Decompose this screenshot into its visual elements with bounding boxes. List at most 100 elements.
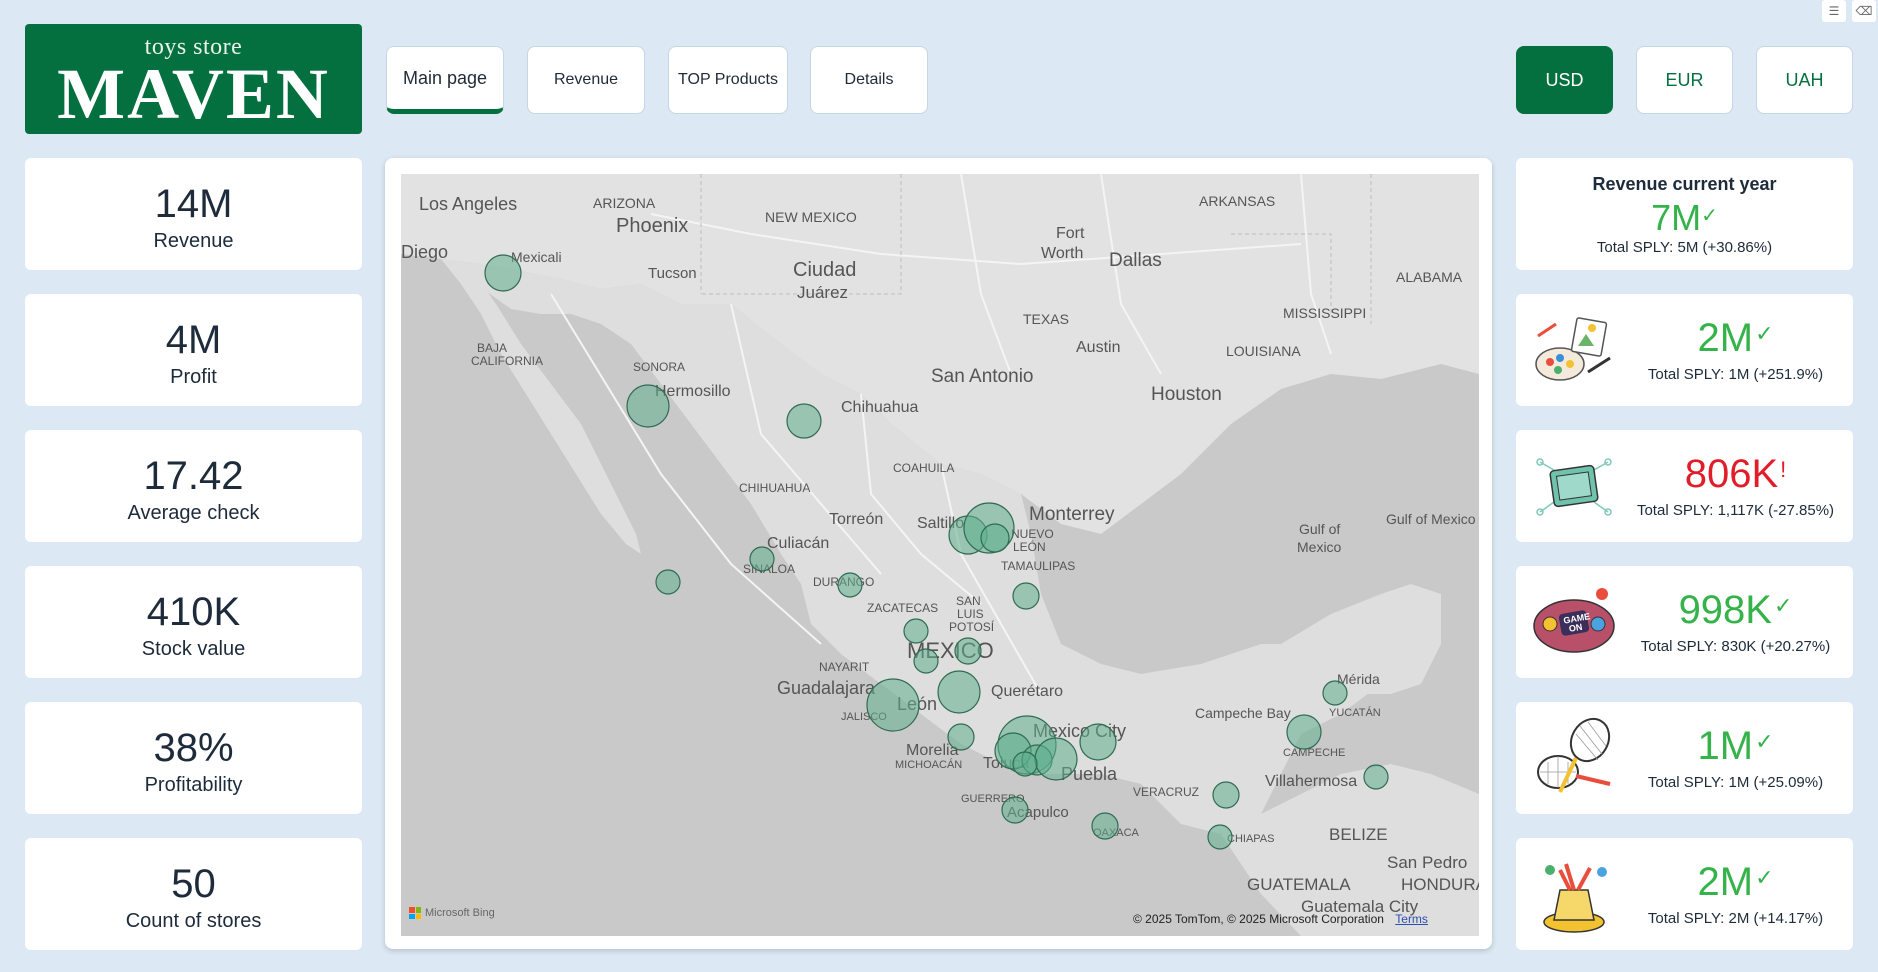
revenue-current-value: 7M✓	[1516, 197, 1853, 237]
map-label: MICHOACÁN	[895, 758, 962, 771]
map-label: ALABAMA	[1396, 269, 1463, 285]
check-icon: ✓	[1755, 865, 1774, 890]
currency-uah-button[interactable]: UAH	[1756, 46, 1853, 114]
store-bubble[interactable]	[749, 546, 775, 572]
revenue-current-year-card: Revenue current year 7M✓ Total SPLY: 5M …	[1516, 158, 1853, 270]
map-label: Diego	[401, 242, 448, 262]
nav-details-button[interactable]: Details	[810, 46, 928, 114]
kpi-value: 50	[171, 862, 216, 906]
map-label: POTOSÍ	[949, 619, 995, 634]
store-bubble[interactable]	[786, 403, 822, 439]
store-bubble[interactable]	[626, 384, 670, 428]
store-bubble[interactable]	[1079, 723, 1117, 761]
map-label: Tucson	[648, 265, 697, 282]
map-provider-logo: Microsoft Bing	[409, 907, 495, 919]
brand-logo: toys store MAVEN	[25, 24, 362, 134]
map-label: Campeche Bay	[1195, 705, 1291, 721]
category-sply: Total SPLY: 830K (+20.27%)	[1640, 638, 1831, 655]
store-bubble[interactable]	[484, 254, 522, 292]
map-label: Phoenix	[616, 215, 688, 237]
kpi-card-profit: 4M Profit	[25, 294, 362, 406]
store-bubble[interactable]	[1001, 796, 1029, 824]
map-label: Torreón	[829, 511, 883, 528]
store-bubble[interactable]	[1034, 737, 1078, 781]
store-bubble[interactable]	[947, 723, 975, 751]
map-terms-link[interactable]: Terms	[1395, 912, 1428, 926]
store-bubble[interactable]	[1363, 764, 1389, 790]
store-bubble[interactable]	[954, 637, 982, 665]
map-label: Guadalajara	[777, 678, 876, 698]
store-bubble[interactable]	[903, 618, 929, 644]
store-bubble[interactable]	[1286, 714, 1322, 750]
sports-outdoors-icon	[1530, 714, 1618, 802]
kpi-label: Count of stores	[125, 910, 262, 932]
category-card-body: 1M✓ Total SPLY: 1M (+25.09%)	[1626, 702, 1845, 791]
map-label: Fort	[1056, 225, 1085, 242]
map-label: LUIS	[957, 607, 984, 621]
nav-revenue-button[interactable]: Revenue	[527, 46, 645, 114]
category-card-art-crafts: 2M✓ Total SPLY: 1M (+251.9%)	[1516, 294, 1853, 406]
kpi-label: Profitability	[144, 774, 243, 796]
map-copyright: © 2025 TomTom, © 2025 Microsoft Corporat…	[1133, 912, 1384, 926]
store-bubble[interactable]	[1012, 582, 1040, 610]
category-value: 998K✓	[1626, 584, 1845, 632]
category-card-games: GAME ON 998K✓ Total SPLY: 830K (+20.27%)	[1516, 566, 1853, 678]
store-bubble[interactable]	[1091, 812, 1119, 840]
map-label: Gulf of	[1299, 521, 1340, 537]
map-label: HONDURAS	[1401, 875, 1479, 894]
store-bubble[interactable]	[1212, 781, 1240, 809]
map-label: ZACATECAS	[867, 601, 938, 615]
visual-header-icons: ☰ ⌫	[1822, 0, 1876, 22]
map-label: Juárez	[797, 283, 848, 302]
art-crafts-icon	[1530, 306, 1618, 394]
eraser-icon[interactable]: ⌫	[1852, 0, 1876, 22]
currency-usd-button[interactable]: USD	[1516, 46, 1613, 114]
store-bubble[interactable]	[913, 648, 939, 674]
map-label: San Antonio	[931, 366, 1033, 387]
kpi-label: Average check	[127, 502, 260, 524]
kpi-value: 410K	[146, 590, 241, 634]
map-label: Dallas	[1109, 250, 1162, 271]
map-label: Querétaro	[991, 683, 1063, 700]
store-bubble[interactable]	[837, 572, 863, 598]
category-card-toys: 2M✓ Total SPLY: 2M (+14.17%)	[1516, 838, 1853, 950]
filter-icon[interactable]: ☰	[1822, 0, 1846, 22]
check-icon: ✓	[1701, 205, 1718, 227]
kpi-label: Profit	[170, 366, 217, 388]
store-bubble[interactable]	[1012, 751, 1038, 777]
electronics-icon	[1530, 442, 1618, 530]
warning-icon: !	[1780, 457, 1787, 482]
category-card-body: 2M✓ Total SPLY: 2M (+14.17%)	[1626, 838, 1845, 927]
map-label: Ciudad	[793, 259, 856, 281]
store-bubble[interactable]	[980, 523, 1010, 553]
store-bubble[interactable]	[1322, 680, 1348, 706]
map-label: SAN	[956, 594, 981, 608]
map-label: YUCATÁN	[1329, 706, 1381, 719]
category-sply: Total SPLY: 1M (+251.9%)	[1647, 366, 1824, 383]
map-label: LOUISIANA	[1226, 343, 1301, 359]
map-label: CHIHUAHUA	[739, 481, 810, 495]
map-label: Austin	[1076, 339, 1120, 356]
store-bubble[interactable]	[866, 678, 920, 732]
category-value-text: 806K	[1684, 452, 1779, 496]
kpi-value: 38%	[153, 726, 234, 770]
map-label: Los Angeles	[419, 194, 517, 214]
check-icon: ✓	[1755, 729, 1774, 754]
logo-title: MAVEN	[57, 54, 330, 134]
store-bubble[interactable]	[1207, 824, 1233, 850]
map-label: VERACRUZ	[1133, 785, 1199, 799]
map-label: BAJA	[477, 341, 507, 355]
map-label: NUEVO	[1011, 527, 1054, 541]
games-icon: GAME ON	[1530, 578, 1618, 666]
map-credit: © 2025 TomTom, © 2025 Microsoft Corporat…	[1133, 912, 1428, 926]
nav-main-page-button[interactable]: Main page	[386, 46, 504, 114]
stores-map[interactable]: Los Angeles Diego Mexicali ARIZONA Phoen…	[401, 174, 1479, 936]
map-label: Gulf of Mexico	[1386, 511, 1476, 527]
currency-eur-button[interactable]: EUR	[1636, 46, 1733, 114]
revenue-value-text: 7M	[1651, 197, 1702, 238]
store-bubble[interactable]	[655, 569, 681, 595]
nav-top-products-button[interactable]: TOP Products	[668, 46, 788, 114]
map-canvas[interactable]: Los Angeles Diego Mexicali ARIZONA Phoen…	[401, 174, 1479, 936]
map-label: CALIFORNIA	[471, 354, 543, 368]
store-bubble[interactable]	[937, 670, 981, 714]
